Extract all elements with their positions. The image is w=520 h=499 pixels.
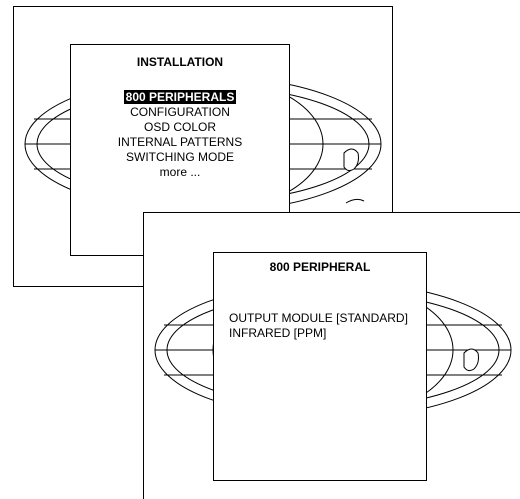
menu-item-list: OUTPUT MODULE [STANDARD] INFRARED [PPM]	[229, 311, 408, 341]
menu-item-osd-color[interactable]: OSD COLOR	[71, 120, 289, 135]
menu-item-switching-mode[interactable]: SWITCHING MODE	[71, 150, 289, 165]
menu-item-more[interactable]: more ...	[71, 165, 289, 180]
peripheral-menu: 800 PERIPHERAL OUTPUT MODULE [STANDARD] …	[213, 252, 427, 481]
menu-item-infrared[interactable]: INFRARED [PPM]	[229, 326, 408, 341]
menu-item-list: 800 PERIPHERALS CONFIGURATION OSD COLOR …	[71, 90, 289, 180]
menu-title: INSTALLATION	[136, 55, 224, 69]
menu-item-internal-patterns[interactable]: INTERNAL PATTERNS	[71, 135, 289, 150]
menu-title: 800 PERIPHERAL	[269, 260, 371, 274]
menu-item-configuration[interactable]: CONFIGURATION	[71, 105, 289, 120]
menu-item-output-module[interactable]: OUTPUT MODULE [STANDARD]	[229, 311, 408, 326]
peripheral-screen: 800 PERIPHERAL OUTPUT MODULE [STANDARD] …	[143, 212, 520, 499]
menu-item-800-peripherals[interactable]: 800 PERIPHERALS	[71, 90, 289, 105]
